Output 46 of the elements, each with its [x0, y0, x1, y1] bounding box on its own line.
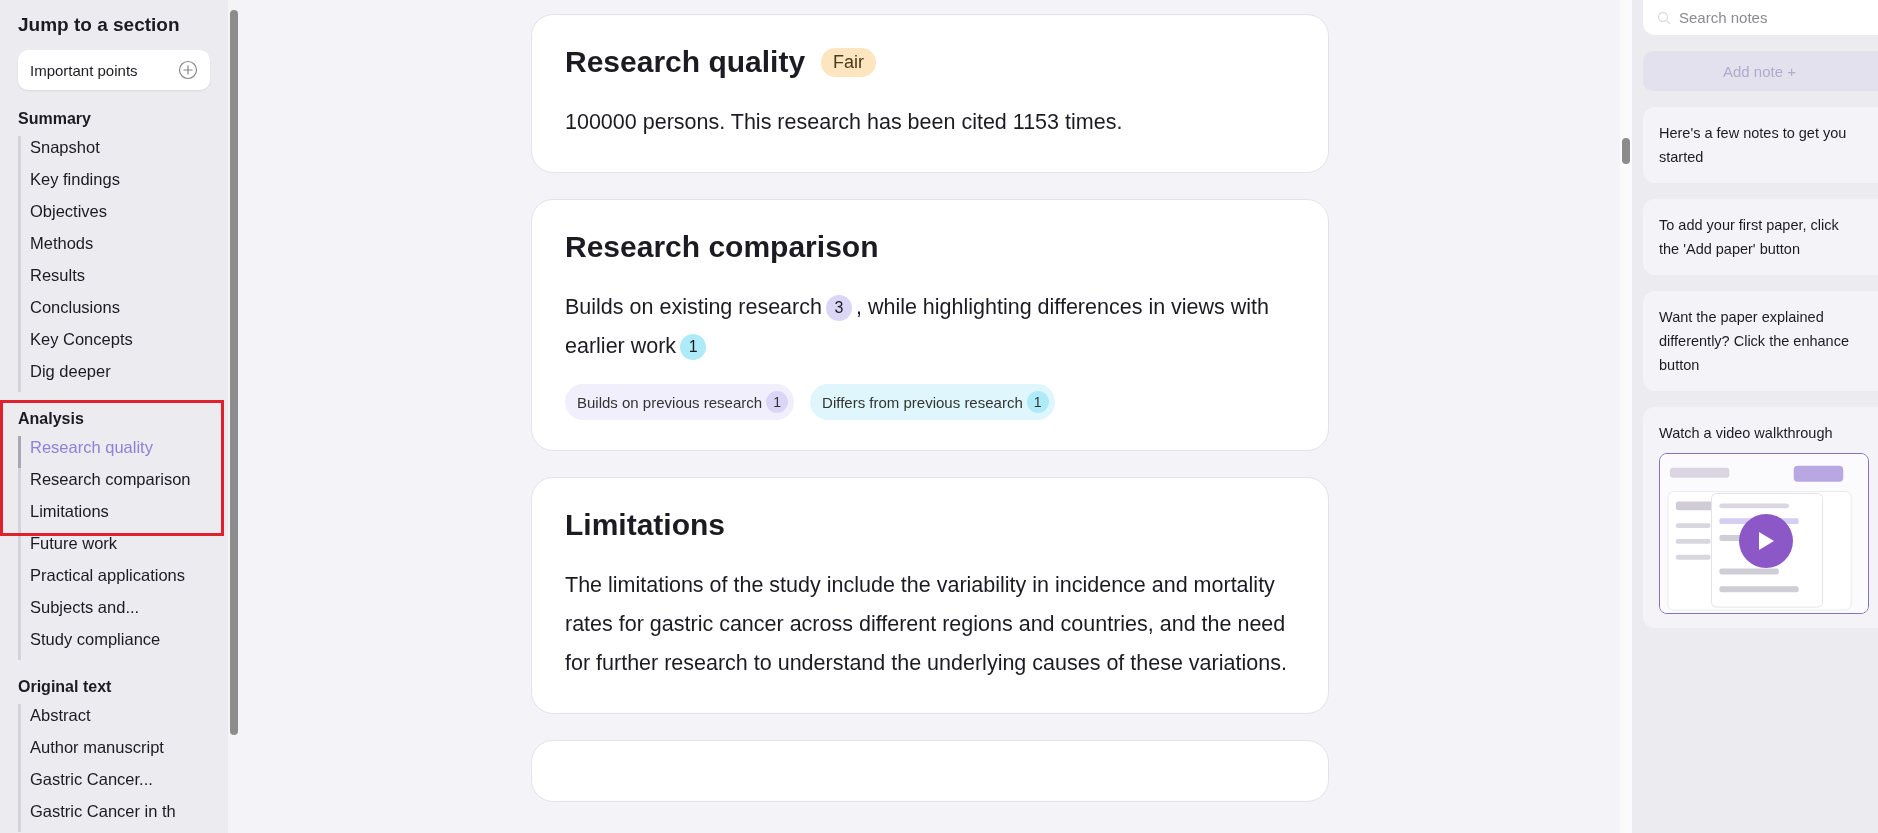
- section-link[interactable]: Practical applications: [18, 564, 189, 596]
- section-link[interactable]: Key findings: [18, 168, 124, 200]
- section-link[interactable]: Objectives: [18, 200, 112, 232]
- section-link[interactable]: Conclusions: [18, 296, 124, 328]
- section-heading: Summary: [18, 110, 92, 128]
- section-heading: Original text: [18, 678, 113, 696]
- section-link[interactable]: Study compliance: [18, 628, 165, 660]
- section-heading: Analysis: [18, 410, 85, 428]
- filter-chip[interactable]: Differs from previous research 1: [810, 384, 1055, 420]
- card-text: Builds on existing research 3 , while highlighting differences in views with earlier work 1: [565, 288, 1295, 366]
- chip-count: 1: [766, 391, 789, 413]
- note-text: To add your first paper, click the 'Add paper' button: [1659, 216, 1840, 259]
- section-link[interactable]: Key Concepts: [18, 328, 137, 360]
- chip-label: Builds on previous research: [577, 393, 763, 411]
- note-text: Watch a video walkthrough: [1659, 424, 1834, 443]
- scrollbar-thumb[interactable]: [1622, 138, 1630, 164]
- quality-badge: Fair: [821, 47, 877, 77]
- important-points-button[interactable]: Important points: [18, 50, 210, 90]
- section-link[interactable]: Results: [18, 264, 90, 296]
- card-text: The limitations of the study include the variability in incidence and mortality rates for gastric cancer across different regions and countries, and the need for further research to understand the underlying causes of these variations.: [565, 572, 1288, 677]
- section-link[interactable]: Gastric Cancer in th: [18, 800, 180, 832]
- chip-count: 1: [1026, 391, 1049, 413]
- section-link[interactable]: Snapshot: [18, 136, 104, 168]
- search-field[interactable]: Search notes: [1643, 0, 1878, 35]
- section-link[interactable]: Methods: [18, 232, 98, 264]
- section-link[interactable]: Limitations: [18, 500, 113, 532]
- sidebar-title: Jump to a section: [18, 14, 181, 36]
- plus-icon: [178, 60, 198, 80]
- scrollbar-thumb[interactable]: [230, 10, 238, 735]
- card-title: Limitations: [565, 508, 725, 542]
- card-text: 100000 persons. This research has been cited 1153 times.: [565, 109, 1124, 136]
- card-title: Research comparison: [565, 230, 879, 264]
- section-link[interactable]: Research comparison: [18, 468, 195, 500]
- section-link[interactable]: Dig deeper: [18, 360, 115, 392]
- note-text: Want the paper explained differently? Click the enhance button: [1659, 308, 1849, 375]
- filter-chip[interactable]: Builds on previous research 1: [565, 384, 795, 420]
- play-icon: [1756, 530, 1776, 552]
- section-link[interactable]: Future work: [18, 532, 122, 564]
- section-link[interactable]: Subjects and...: [18, 596, 144, 628]
- note-text: Here's a few notes to get you started: [1659, 124, 1848, 167]
- chip-label: Differs from previous research: [822, 393, 1023, 411]
- search-icon: [1657, 11, 1671, 25]
- card-title: Research quality: [565, 45, 806, 79]
- section-link[interactable]: Author manuscript: [18, 736, 168, 768]
- section-link[interactable]: Gastric Cancer...: [18, 768, 157, 800]
- section-link[interactable]: Abstract: [18, 704, 95, 736]
